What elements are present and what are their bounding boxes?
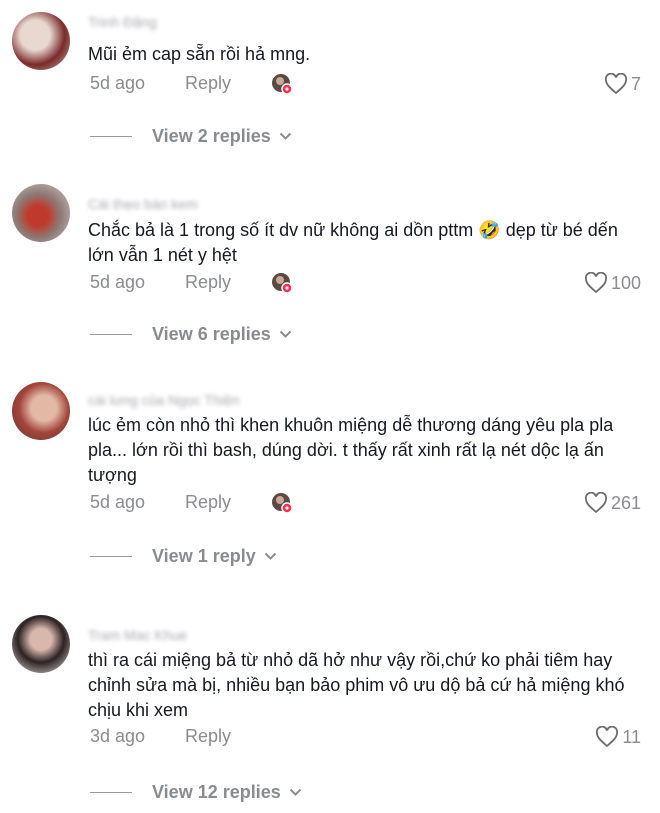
reply-button[interactable]: Reply <box>185 726 231 747</box>
like-button[interactable]: 7 <box>604 72 641 96</box>
creator-avatar-icon <box>272 493 293 514</box>
creator-avatar-icon <box>272 74 293 95</box>
comment-text: thì ra cái miệng bả từ nhỏ dã hở như vậy… <box>88 650 625 720</box>
chevron-down-icon <box>279 132 291 140</box>
avatar[interactable] <box>12 184 70 242</box>
like-count: 7 <box>630 73 641 94</box>
avatar[interactable] <box>12 12 70 70</box>
reply-button[interactable]: Reply <box>185 492 231 513</box>
avatar[interactable] <box>12 615 70 673</box>
creator-avatar-icon <box>272 273 293 294</box>
comment-date: 5d ago <box>90 73 146 93</box>
comment-meta: 3d ago Reply 11 <box>88 726 648 750</box>
divider <box>90 135 132 137</box>
chevron-down-icon <box>289 788 301 796</box>
view-replies-label: View 12 replies <box>152 781 281 802</box>
divider <box>90 791 132 793</box>
view-replies-label: View 6 replies <box>152 323 271 344</box>
like-button[interactable]: 261 <box>584 491 641 515</box>
comment-meta: 5d ago Reply 100 <box>88 272 648 296</box>
view-replies-button[interactable]: View 12 replies <box>90 780 302 804</box>
comment-text: Mũi ẻm cap sẵn rồi hả mng. <box>88 44 311 64</box>
comment-author[interactable]: Cái thẹo bàn kem <box>88 196 263 212</box>
like-count: 100 <box>610 272 641 293</box>
heart-outline-icon <box>584 272 607 294</box>
comment-date: 3d ago <box>90 726 146 746</box>
reply-button[interactable]: Reply <box>185 272 231 293</box>
comment-author[interactable]: Tram Mac Khue <box>88 627 238 643</box>
like-count: 261 <box>610 492 641 513</box>
comment-author[interactable]: Trinh Đặng <box>88 14 278 30</box>
comment-text: lúc ẻm còn nhỏ thì khen khuôn miệng dễ t… <box>88 415 614 485</box>
view-replies-button[interactable]: View 2 replies <box>90 124 292 148</box>
view-replies-button[interactable]: View 6 replies <box>90 322 292 346</box>
chevron-down-icon <box>264 552 276 560</box>
comment-meta: 5d ago Reply 7 <box>88 73 648 97</box>
comment-author[interactable]: cái lưng của Ngọc Thiện <box>88 392 303 408</box>
comment-date: 5d ago <box>90 272 146 292</box>
reply-button[interactable]: Reply <box>185 73 231 94</box>
heart-outline-icon <box>584 492 607 514</box>
view-replies-label: View 1 reply <box>152 545 256 566</box>
like-count: 11 <box>622 726 641 747</box>
avatar[interactable] <box>12 382 70 440</box>
divider <box>90 333 132 335</box>
chevron-down-icon <box>279 330 291 338</box>
view-replies-label: View 2 replies <box>152 125 271 146</box>
like-button[interactable]: 11 <box>595 725 641 749</box>
heart-outline-icon <box>596 726 619 748</box>
comment-date: 5d ago <box>90 492 146 512</box>
like-button[interactable]: 100 <box>584 271 641 295</box>
comment-meta: 5d ago Reply 261 <box>88 492 648 516</box>
comment-text: Chắc bả là 1 trong số ít dv nữ không ai … <box>88 220 618 265</box>
heart-outline-icon <box>604 73 628 95</box>
divider <box>90 555 132 557</box>
view-replies-button[interactable]: View 1 reply <box>90 544 277 568</box>
